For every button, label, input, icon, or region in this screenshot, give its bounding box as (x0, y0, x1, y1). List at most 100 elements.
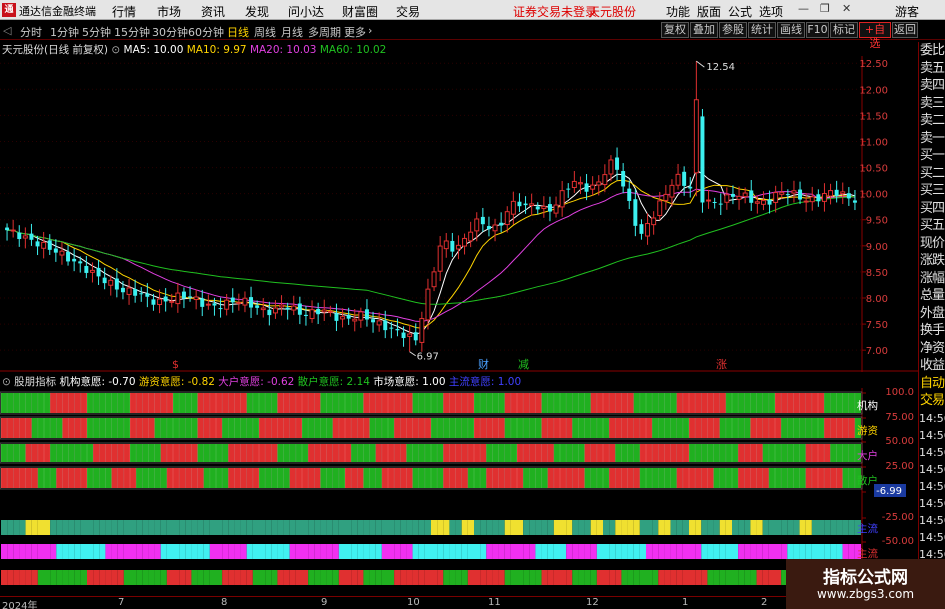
quote-side-panel: 委比 卖五 卖四 卖三 卖二 卖一 买一 买二 买三 买四 买五 现价 涨跌 涨幅 总量 外盘 换手 净资 收益 自… (918, 42, 945, 609)
band-cell (326, 418, 333, 438)
mainstream-cell (517, 520, 524, 535)
mainstream-cell (596, 520, 603, 535)
band-cell (130, 418, 137, 438)
candle-body (596, 181, 602, 186)
price-tick-label: 12.50 (859, 59, 888, 70)
event-marker[interactable]: 财 (478, 357, 489, 371)
mainstream-cell (56, 520, 63, 535)
band-cell (105, 418, 112, 438)
menu-quotes[interactable]: 行情 (112, 3, 136, 20)
period-multi[interactable]: 多周期 (308, 24, 341, 40)
chart-settings-icon[interactable]: ⊙ (111, 44, 120, 56)
candle-body (779, 191, 785, 195)
flow-cell (689, 544, 696, 559)
period-intraday[interactable]: 分时 (20, 24, 42, 40)
band-cell (87, 468, 94, 488)
band-cell (148, 418, 155, 438)
trend-cell (707, 570, 714, 585)
menu-xiaoda[interactable]: 问小达 (288, 3, 324, 20)
band-cell (805, 418, 812, 438)
period-monthly[interactable]: 月线 (281, 24, 303, 40)
date-tick: 1 (682, 597, 689, 608)
band-cell (627, 468, 634, 488)
flow-cell (37, 544, 44, 559)
overlay-button[interactable]: 叠加 (690, 22, 718, 38)
period-daily[interactable]: 日线 (227, 24, 249, 40)
auto-trade-label[interactable]: 自动 (919, 375, 945, 393)
mainstream-cell (461, 520, 468, 535)
menu-options[interactable]: 选项 (759, 3, 783, 20)
minimize-icon[interactable]: — (798, 2, 809, 15)
flow-cell (320, 544, 327, 559)
add-watchlist-button[interactable]: +自选 (859, 22, 891, 50)
indicator-name[interactable]: 股朋指标 (14, 376, 56, 388)
candle-body (621, 171, 626, 187)
restore-icon[interactable]: ❐ (820, 2, 830, 15)
back-button[interactable]: 返回 (892, 22, 918, 38)
guest-user[interactable]: 游客 (895, 3, 919, 20)
event-marker[interactable]: 涨 (716, 358, 727, 371)
period-weekly[interactable]: 周线 (254, 24, 276, 40)
restore-rights-button[interactable]: 复权 (661, 22, 689, 38)
trend-cell (547, 570, 554, 585)
draw-line-button[interactable]: 画线 (777, 22, 805, 38)
band-cell (50, 418, 57, 438)
flow-cell (566, 544, 573, 559)
kline-chart[interactable]: 12.50 12.00 11.50 11.00 10.50 10.00 9.50 9.00 8.… (0, 56, 918, 372)
band-cell (7, 393, 14, 413)
band-cell (37, 393, 44, 413)
band-cell (689, 418, 696, 438)
more-chevron-icon[interactable]: › (368, 24, 372, 37)
menu-wealth-circle[interactable]: 财富圈 (342, 3, 378, 20)
trend-cell (461, 570, 468, 585)
mainstream-cell (363, 520, 370, 535)
period-30min[interactable]: 30分钟 (152, 24, 188, 40)
band-cell (302, 393, 309, 413)
menu-market[interactable]: 市场 (157, 3, 181, 20)
indicator-chart[interactable]: 100.075.0050.0025.00-6.99-25.00-50.00-75… (0, 388, 918, 596)
candle-body (395, 328, 400, 331)
band-cell (363, 418, 370, 438)
menu-function[interactable]: 功能 (666, 3, 690, 20)
candle-body (35, 241, 40, 247)
band-cell (431, 444, 438, 462)
band-cell (621, 393, 628, 413)
back-arrow-icon[interactable]: ◁ (3, 24, 11, 37)
flow-cell (123, 544, 130, 559)
band-cell (31, 468, 38, 488)
flow-cell (762, 544, 769, 559)
mainstream-cell (388, 520, 395, 535)
mark-button[interactable]: 标记 (830, 22, 858, 38)
close-icon[interactable]: ✕ (842, 2, 851, 15)
period-5min[interactable]: 5分钟 (82, 24, 111, 40)
band-cell (689, 393, 696, 413)
menu-formula[interactable]: 公式 (728, 3, 752, 20)
flow-cell (682, 544, 689, 559)
tick-time: 14:56 (919, 428, 945, 442)
period-60min[interactable]: 60分钟 (188, 24, 224, 40)
band-cell (510, 418, 517, 438)
trade-label[interactable]: 交易 (919, 392, 945, 410)
indicator-settings-icon[interactable]: ⊙ (2, 376, 11, 388)
period-15min[interactable]: 15分钟 (114, 24, 150, 40)
candle-body (840, 191, 846, 195)
holdings-button[interactable]: 参股 (719, 22, 747, 38)
event-marker[interactable]: $ (172, 358, 179, 371)
f10-button[interactable]: F10 (806, 22, 829, 38)
band-cell (345, 393, 352, 413)
band-cell (725, 444, 732, 462)
event-marker[interactable]: 减 (518, 358, 529, 371)
trade-login-status[interactable]: 证券交易未登录 (513, 3, 597, 20)
menu-layout[interactable]: 版面 (697, 3, 721, 20)
statistics-button[interactable]: 统计 (748, 22, 776, 38)
menu-trade[interactable]: 交易 (396, 3, 420, 20)
band-cell (289, 393, 296, 413)
period-more[interactable]: 更多 (344, 24, 366, 40)
trend-cell (332, 570, 339, 585)
band-cell (111, 468, 118, 488)
period-1min[interactable]: 1分钟 (50, 24, 79, 40)
band-cell (793, 468, 800, 488)
menu-discover[interactable]: 发现 (245, 3, 269, 20)
trend-cell (326, 570, 333, 585)
menu-news[interactable]: 资讯 (201, 3, 225, 20)
